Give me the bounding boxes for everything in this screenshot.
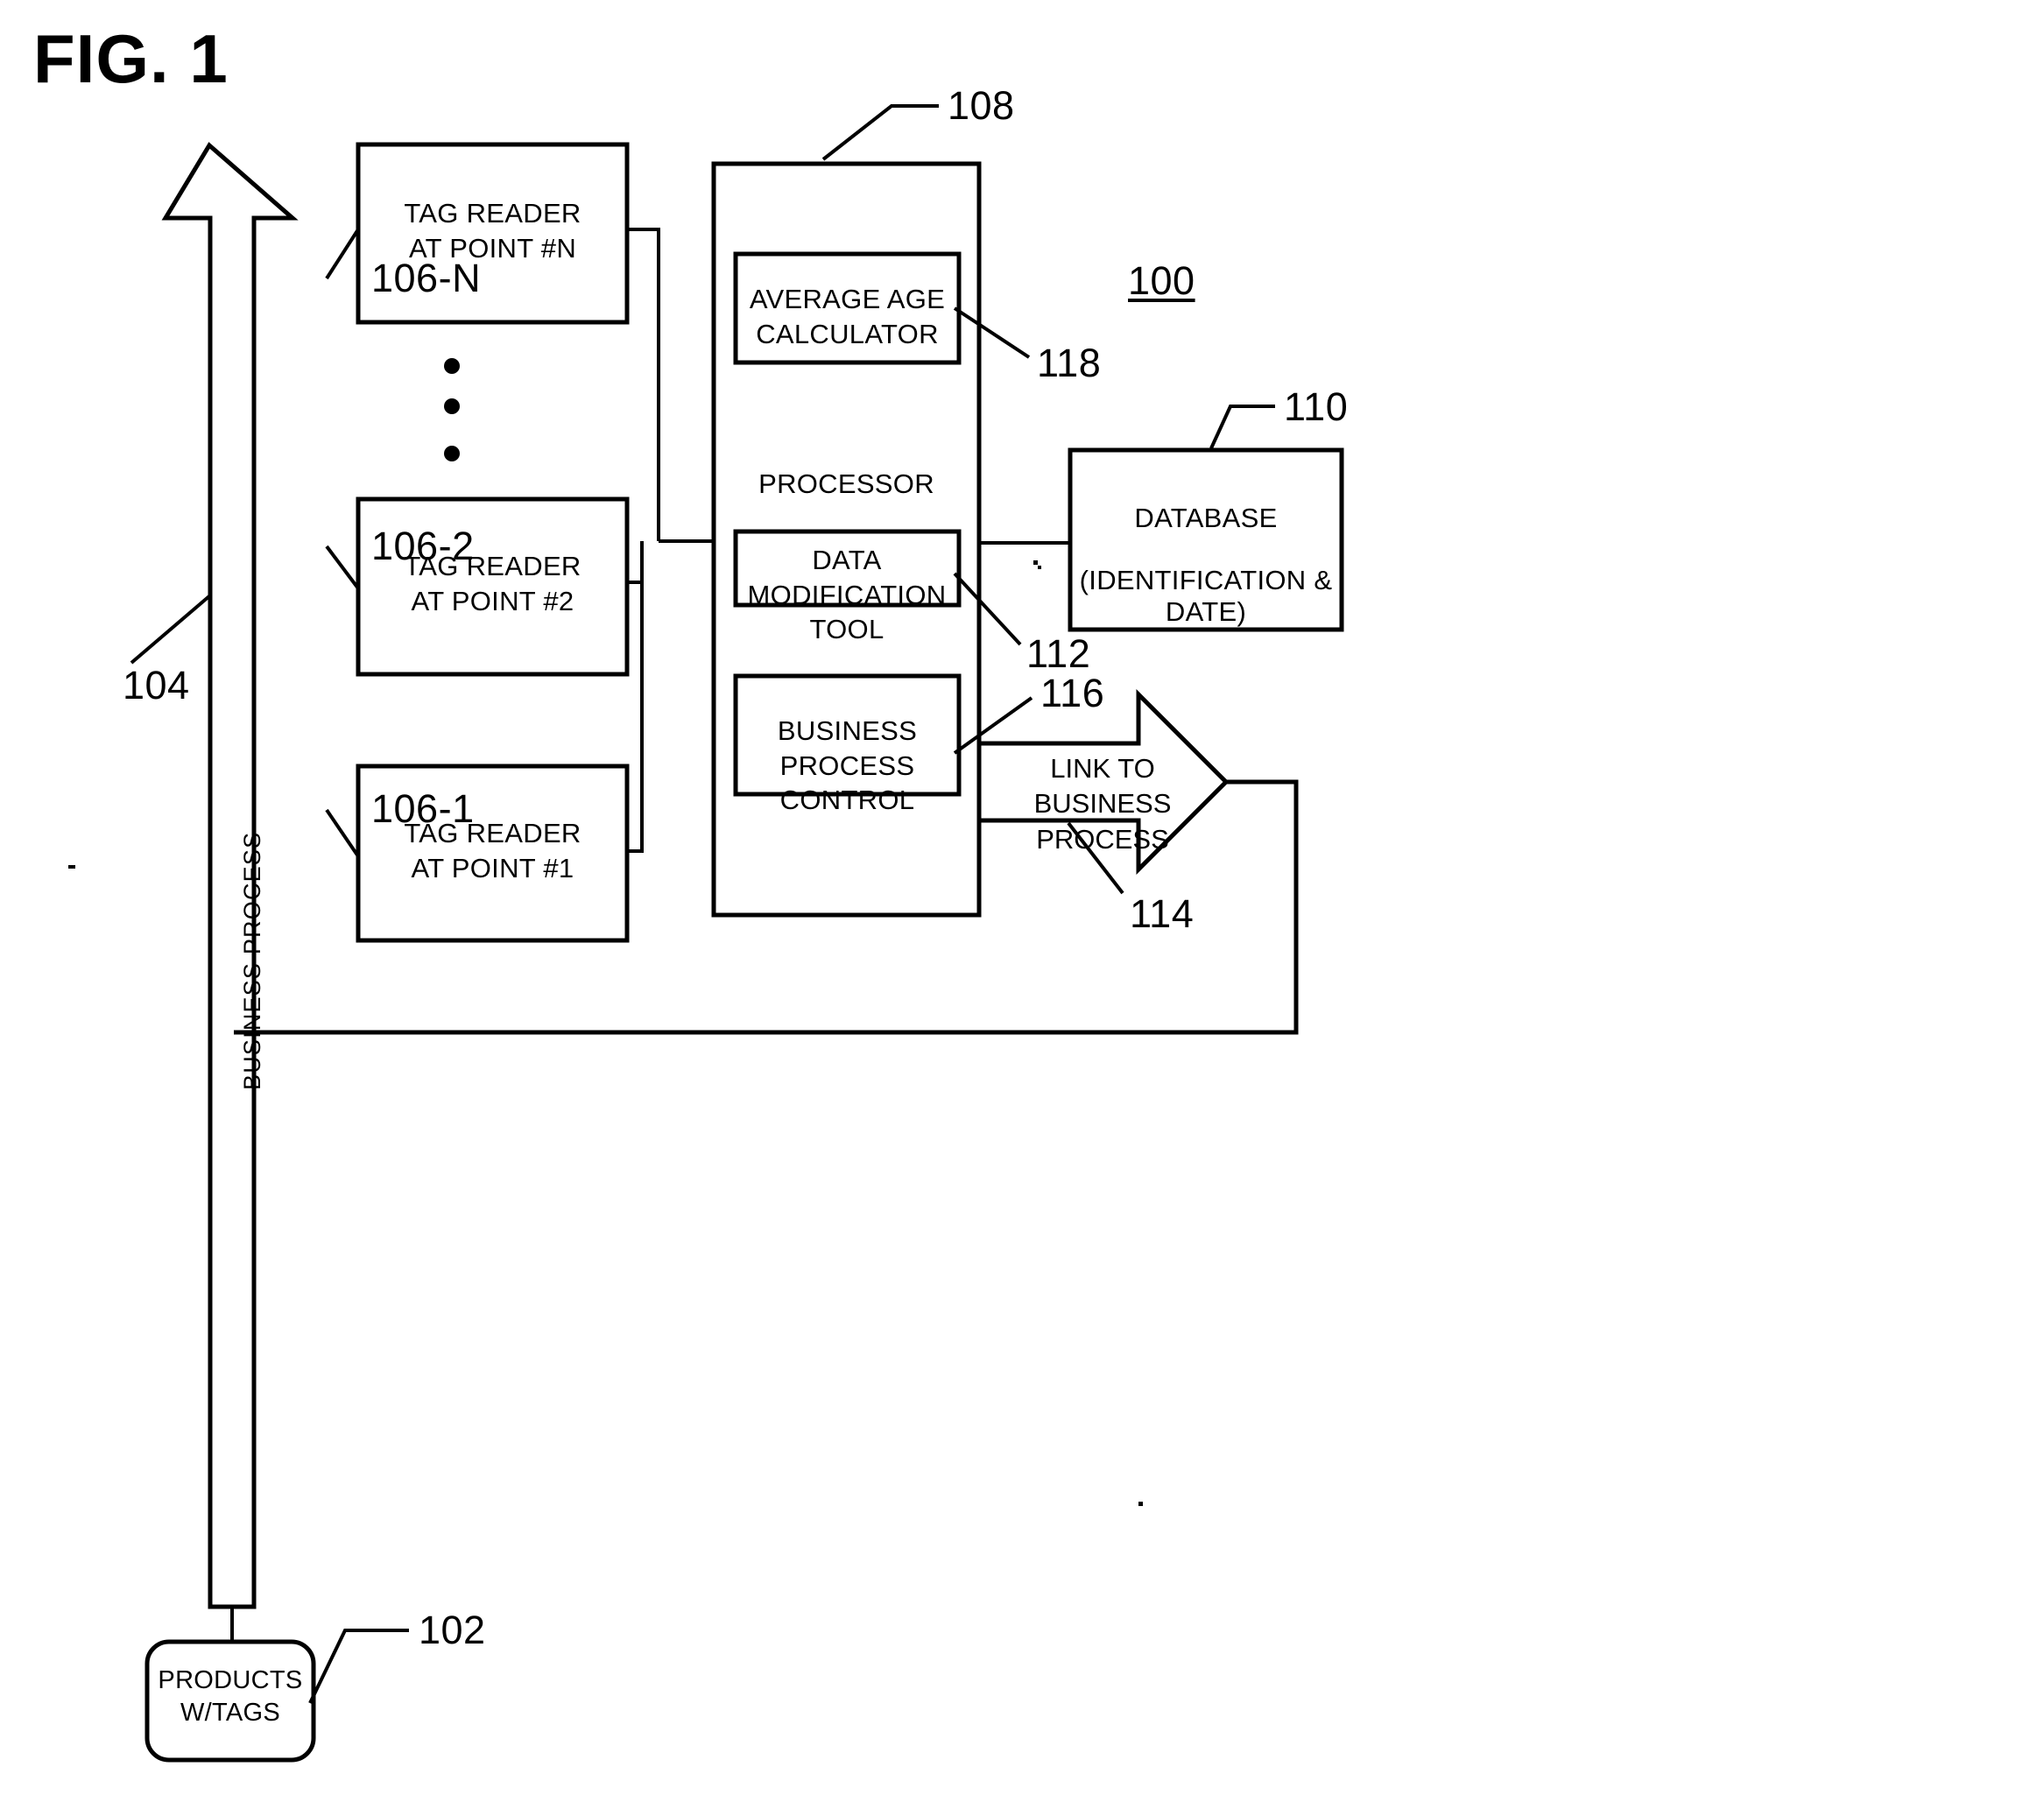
data-modification-tool-label: DATA MODIFICATION TOOL: [747, 545, 947, 645]
ref-leader-106n: [325, 228, 360, 280]
business-process-arrow: [161, 142, 299, 1609]
ref-leader-106-2: [325, 545, 360, 590]
reader-to-processor-wires: [627, 228, 714, 853]
processor-label: PROCESSOR: [758, 468, 934, 499]
ellipsis-dots: [444, 358, 460, 461]
link-to-business-process-label: LINK TO BUSINESS PROCESS: [1033, 753, 1172, 855]
ref-leader-110: [1209, 405, 1275, 449]
ref-num-116: 116: [1040, 671, 1105, 715]
business-process-arrow-label: BUSINESS PROCESS: [239, 831, 265, 1090]
patent-figure-1: FIG. 1 TAG READER AT POINT #N TAG READER…: [0, 0, 2044, 1809]
ref-num-106-1: 106-1: [371, 786, 475, 831]
ref-num-100: 100: [1128, 258, 1195, 303]
average-age-calculator-label: AVERAGE AGE CALCULATOR: [749, 284, 946, 349]
ref-num-106-n: 106-N: [371, 256, 482, 300]
ref-leader-102: [308, 1629, 409, 1704]
ref-num-106-2: 106-2: [371, 524, 475, 568]
products-with-tags-label: PRODUCTS W/TAGS: [158, 1666, 303, 1728]
ref-num-110: 110: [1284, 384, 1349, 429]
ref-leader-106-1: [325, 808, 360, 858]
ref-num-104: 104: [123, 663, 190, 707]
database-label: DATABASE (IDENTIFICATION & DATE): [1079, 503, 1333, 627]
ref-num-118: 118: [1037, 341, 1102, 385]
ref-num-108: 108: [948, 83, 1015, 128]
ref-num-102: 102: [419, 1608, 486, 1652]
diagram-linework: [68, 104, 1344, 1763]
ref-leader-104: [130, 594, 212, 665]
business-process-control-label: BUSINESS PROCESS CONTROL: [777, 715, 918, 816]
ref-leader-108: [821, 104, 939, 161]
ref-num-114: 114: [1130, 891, 1195, 936]
